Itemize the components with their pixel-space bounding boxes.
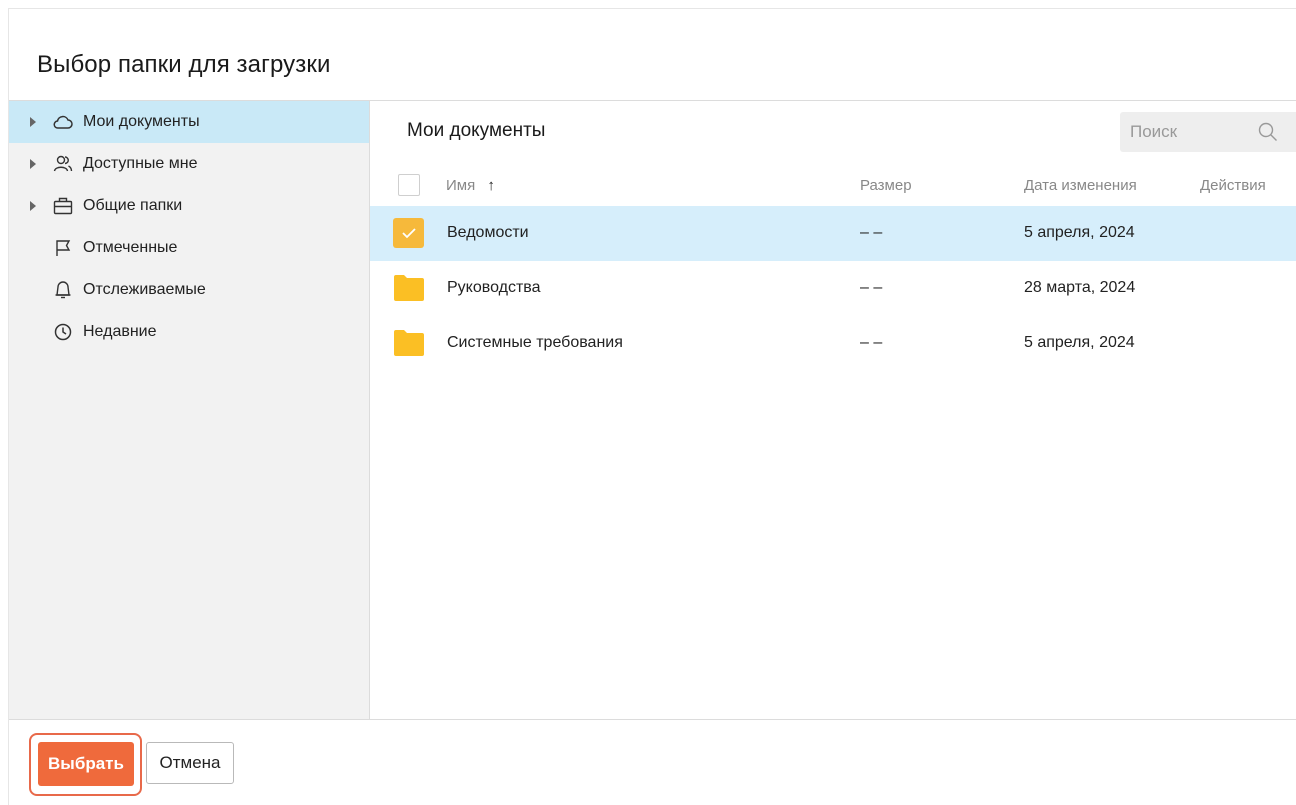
expand-arrow-icon[interactable]: [30, 117, 36, 127]
flag-icon: [53, 238, 73, 258]
sidebar-item-my-documents[interactable]: Мои документы: [9, 101, 369, 143]
column-header-actions: Действия: [1200, 177, 1266, 194]
sidebar-item-label: Мои документы: [83, 113, 200, 130]
search-box[interactable]: [1120, 112, 1296, 152]
bell-icon: [53, 280, 73, 300]
cancel-button[interactable]: Отмена: [146, 742, 234, 784]
row-size: – –: [860, 224, 883, 241]
sort-ascending-icon: ↑: [487, 177, 495, 194]
users-icon: [53, 154, 73, 174]
upload-folder-dialog: Выбор папки для загрузки Мои документы Д…: [8, 8, 1296, 805]
sidebar-item-label: Отмеченные: [83, 239, 178, 256]
select-button[interactable]: Выбрать: [38, 742, 134, 786]
column-header-name[interactable]: Имя ↑: [446, 177, 495, 194]
sidebar-item-label: Доступные мне: [83, 155, 198, 172]
row-size: – –: [860, 279, 883, 296]
sidebar-item-label: Общие папки: [83, 197, 183, 214]
sidebar-item-shared-with-me[interactable]: Доступные мне: [9, 143, 369, 185]
cloud-icon: [53, 112, 73, 132]
table-row[interactable]: Системные требования – – 5 апреля, 2024: [370, 316, 1296, 371]
search-input[interactable]: [1130, 112, 1250, 152]
table-row[interactable]: Руководства – – 28 марта, 2024: [370, 261, 1296, 316]
folder-icon: [393, 274, 425, 302]
column-header-modified[interactable]: Дата изменения: [1024, 177, 1137, 194]
row-modified: 28 марта, 2024: [1024, 279, 1136, 296]
select-button-focus-ring: Выбрать: [29, 733, 142, 796]
row-name[interactable]: Руководства: [447, 279, 541, 297]
file-list-panel: Мои документы Имя ↑ Размер Дата изменени…: [370, 101, 1296, 719]
column-header-size[interactable]: Размер: [860, 177, 912, 194]
check-icon: [401, 228, 416, 239]
expand-arrow-icon[interactable]: [30, 201, 36, 211]
dialog-footer: Выбрать Отмена: [9, 721, 1296, 805]
search-icon[interactable]: [1258, 122, 1278, 142]
row-modified: 5 апреля, 2024: [1024, 334, 1135, 351]
dialog-body: Мои документы Доступные мне Общие папки: [9, 100, 1296, 720]
dialog-title: Выбор папки для загрузки: [37, 51, 331, 78]
sidebar-item-label: Отслеживаемые: [83, 281, 206, 298]
sidebar-item-followed[interactable]: Отслеживаемые: [9, 269, 369, 311]
sidebar-item-flagged[interactable]: Отмеченные: [9, 227, 369, 269]
sidebar-item-common-folders[interactable]: Общие папки: [9, 185, 369, 227]
sidebar-item-label: Недавние: [83, 323, 157, 340]
briefcase-icon: [53, 196, 73, 216]
sidebar: Мои документы Доступные мне Общие папки: [9, 101, 370, 719]
row-name[interactable]: Ведомости: [447, 224, 529, 242]
table-row[interactable]: Ведомости – – 5 апреля, 2024: [370, 206, 1296, 261]
row-checkbox-checked[interactable]: [393, 218, 424, 248]
table-header: Имя ↑ Размер Дата изменения Действия: [370, 161, 1296, 206]
current-folder-title: Мои документы: [407, 120, 546, 141]
expand-arrow-icon[interactable]: [30, 159, 36, 169]
row-modified: 5 апреля, 2024: [1024, 224, 1135, 241]
folder-icon: [393, 329, 425, 357]
sidebar-item-recent[interactable]: Недавние: [9, 311, 369, 353]
select-all-checkbox[interactable]: [398, 174, 420, 196]
clock-icon: [53, 322, 73, 342]
row-name[interactable]: Системные требования: [447, 334, 623, 352]
row-size: – –: [860, 334, 883, 351]
